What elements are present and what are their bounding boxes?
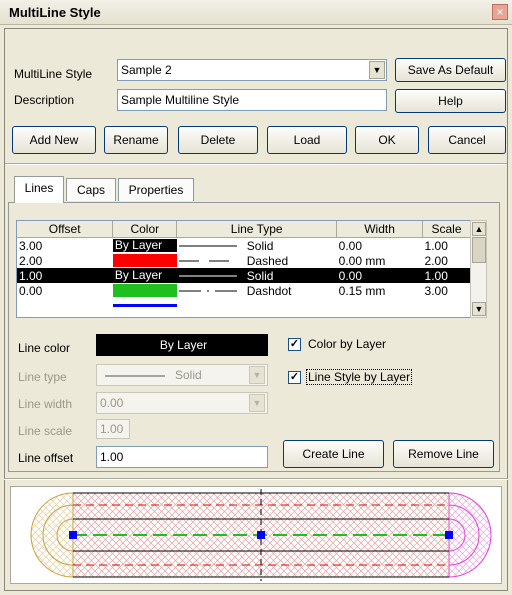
color-swatch (112, 304, 177, 307)
table-row-selected[interactable]: 1.00 By Layer Solid 0.00 1.00 (17, 268, 471, 283)
scroll-thumb[interactable] (472, 237, 486, 263)
tab-lines[interactable]: Lines (14, 176, 64, 203)
save-as-default-button[interactable]: Save As Default (395, 58, 506, 82)
cell-offset: 3.00 (19, 238, 43, 253)
col-header-scale[interactable]: Scale (422, 221, 471, 238)
window-title: MultiLine Style (9, 5, 101, 20)
chevron-down-icon[interactable]: ▼ (249, 394, 265, 412)
create-line-button[interactable]: Create Line (283, 440, 384, 468)
linetype-sample (178, 245, 237, 247)
description-input[interactable]: Sample Multiline Style (117, 89, 387, 111)
color-swatch: By Layer (112, 269, 177, 282)
scroll-down-icon[interactable]: ▼ (472, 302, 486, 316)
separator (4, 478, 508, 480)
color-swatch: By Layer (112, 239, 177, 252)
table-row[interactable]: 3.00 By Layer Solid 0.00 1.00 (17, 238, 471, 254)
cell-linetype: Solid (246, 268, 274, 283)
table-row[interactable]: 2.00 Dashed 0.00 mm 2.00 (17, 253, 471, 268)
remove-line-button[interactable]: Remove Line (393, 440, 494, 468)
line-offset-input[interactable]: 1.00 (96, 446, 268, 468)
col-header-linetype[interactable]: Line Type (176, 221, 338, 238)
cell-linetype: Solid (246, 238, 274, 253)
tab-properties[interactable]: Properties (118, 178, 194, 201)
line-width-select[interactable]: 0.00 (96, 392, 268, 414)
cell-width: 0.00 (338, 238, 362, 253)
cell-width: 0.15 mm (338, 283, 386, 298)
cell-linetype: Dashed (246, 253, 289, 268)
table-row[interactable]: 0.00 Dashdot 0.15 mm 3.00 (17, 283, 471, 298)
multiline-preview (10, 486, 502, 584)
color-swatch (112, 254, 177, 267)
linetype-sample (105, 375, 165, 377)
scroll-up-icon[interactable]: ▲ (472, 222, 486, 236)
linetype-sample (178, 275, 237, 277)
cell-width: 0.00 mm (338, 253, 386, 268)
style-by-layer-label: Line Style by Layer (306, 369, 413, 385)
color-by-layer-checkbox[interactable]: ✓ (288, 338, 301, 351)
cell-scale: 1.00 (424, 238, 448, 253)
line-offset-label: Line offset (18, 451, 74, 465)
lines-grid[interactable]: Offset Color Line Type Width Scale 3.00 … (16, 220, 486, 318)
title-bar: MultiLine Style × (0, 0, 512, 25)
line-color-picker[interactable]: By Layer (96, 334, 268, 356)
color-swatch (112, 284, 177, 297)
cell-offset: 0.00 (19, 283, 43, 298)
cell-scale: 1.00 (422, 268, 471, 283)
line-type-label: Line type (18, 370, 67, 384)
separator (5, 163, 507, 165)
cell-offset: 2.00 (19, 253, 43, 268)
cell-offset: 1.00 (17, 268, 113, 283)
line-type-select[interactable]: Solid (96, 364, 268, 386)
cell-linetype: Dashdot (246, 283, 292, 298)
tab-caps[interactable]: Caps (66, 178, 116, 201)
multiline-style-select[interactable]: Sample 2 (117, 59, 387, 81)
add-new-button[interactable]: Add New (12, 126, 96, 154)
grid-header-row: Offset Color Line Type Width Scale (17, 221, 471, 238)
col-header-width[interactable]: Width (336, 221, 424, 238)
cell-width: 0.00 (336, 268, 423, 283)
color-by-layer-label: Color by Layer (308, 337, 387, 351)
rename-button[interactable]: Rename (104, 126, 168, 154)
cell-scale: 3.00 (424, 283, 448, 298)
line-scale-input[interactable]: 1.00 (96, 419, 130, 439)
cancel-button[interactable]: Cancel (428, 126, 506, 154)
line-width-label: Line width (18, 397, 73, 411)
col-header-color[interactable]: Color (112, 221, 178, 238)
grid-scrollbar[interactable]: ▲ ▼ (470, 220, 487, 318)
delete-button[interactable]: Delete (178, 126, 258, 154)
close-icon[interactable]: × (492, 4, 508, 20)
chevron-down-icon[interactable]: ▼ (249, 366, 265, 384)
description-label: Description (14, 93, 75, 107)
line-type-value: Solid (175, 368, 202, 382)
ok-button[interactable]: OK (355, 126, 419, 154)
multiline-style-label: MultiLine Style (14, 67, 93, 81)
multiline-preview-drawing (30, 489, 492, 581)
line-scale-label: Line scale (18, 424, 73, 438)
help-button[interactable]: Help (395, 89, 506, 113)
line-color-label: Line color (18, 341, 71, 355)
chevron-down-icon[interactable]: ▼ (369, 61, 385, 79)
linetype-sample (178, 290, 237, 292)
col-header-offset[interactable]: Offset (17, 221, 114, 238)
linetype-sample (178, 260, 237, 262)
load-button[interactable]: Load (267, 126, 347, 154)
cell-scale: 2.00 (424, 253, 448, 268)
style-by-layer-checkbox[interactable]: ✓ (288, 371, 301, 384)
